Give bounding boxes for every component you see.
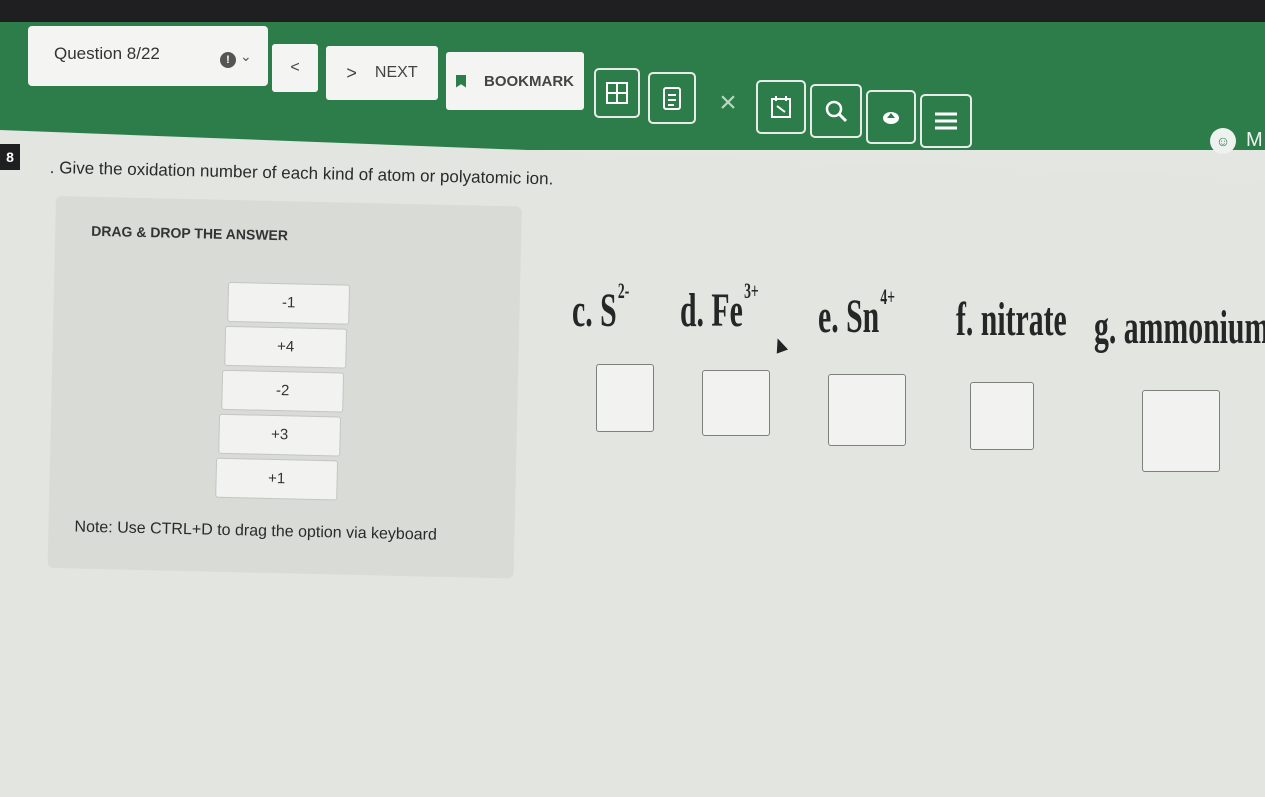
target-label-d: d. Fe3+ (680, 278, 759, 337)
toolbar-shadow (0, 0, 1265, 22)
drop-target-g[interactable] (1142, 390, 1220, 472)
chevron-down-icon[interactable]: ⌄ (240, 48, 252, 65)
answer-option[interactable]: -1 (227, 281, 351, 325)
target-label-g: g. ammonium (1094, 301, 1265, 354)
top-toolbar: Question 8/22 ! ⌄ < > NEXT BOOKMARK × ☺ … (0, 0, 1265, 154)
upload-icon (883, 112, 899, 124)
zoom-button[interactable] (810, 84, 862, 138)
bookmark-button[interactable]: BOOKMARK (446, 52, 584, 110)
timer-icon (771, 96, 791, 118)
keyboard-note: Note: Use CTRL+D to drag the option via … (74, 518, 438, 544)
upload-button[interactable] (866, 90, 916, 144)
drop-target-f[interactable] (970, 382, 1034, 450)
close-icon: × (719, 86, 737, 119)
target-label-e: e. Sn4+ (818, 284, 896, 343)
drag-drop-panel: DRAG & DROP THE ANSWER -1 +4 -2 +3 +1 No… (47, 196, 522, 579)
notepad-button[interactable] (648, 72, 696, 124)
next-label: NEXT (374, 64, 418, 81)
question-counter: Question 8/22 (54, 44, 160, 63)
drop-target-d[interactable] (702, 370, 770, 436)
user-icon[interactable]: ☺ (1210, 128, 1236, 154)
zoom-icon (825, 100, 848, 123)
answer-option[interactable]: +4 (224, 325, 348, 369)
answer-option[interactable]: +3 (218, 413, 342, 457)
bookmark-label: BOOKMARK (484, 72, 574, 90)
panel-title: DRAG & DROP THE ANSWER (91, 222, 289, 244)
menu-icon (935, 112, 957, 130)
target-label-c: c. S2- (572, 278, 630, 337)
close-button[interactable]: × (702, 76, 754, 130)
previous-button[interactable]: < (272, 44, 318, 92)
timer-button[interactable] (756, 80, 806, 134)
notepad-icon (663, 87, 681, 110)
calculator-icon (606, 82, 628, 104)
menu-button[interactable] (920, 94, 972, 148)
user-initial[interactable]: M (1246, 129, 1263, 152)
next-arrow-icon: > (346, 62, 357, 83)
answer-option[interactable]: +1 (215, 457, 339, 501)
question-number: 8 (0, 144, 20, 170)
answer-option[interactable]: -2 (221, 369, 345, 413)
next-button[interactable]: > NEXT (326, 46, 438, 100)
drop-target-c[interactable] (596, 364, 654, 432)
calculator-button[interactable] (594, 68, 640, 118)
drop-target-e[interactable] (828, 374, 906, 446)
target-label-f: f. nitrate (956, 293, 1067, 346)
question-selector[interactable]: Question 8/22 ! ⌄ (28, 26, 268, 86)
alert-icon[interactable]: ! (220, 52, 236, 68)
bookmark-icon (456, 74, 466, 88)
